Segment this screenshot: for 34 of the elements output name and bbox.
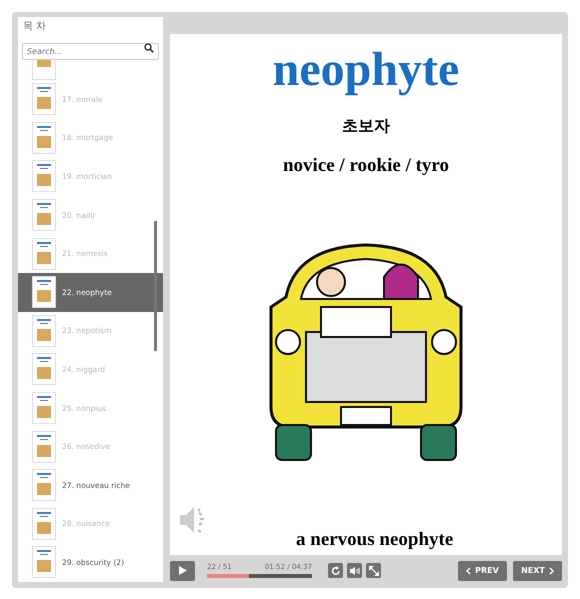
slide-thumbnail [32, 276, 56, 308]
play-icon [178, 566, 186, 575]
chevron-left-icon [466, 566, 472, 574]
speaker-icon [350, 566, 360, 574]
replay-icon [330, 566, 340, 576]
slide-thumbnail [32, 122, 56, 154]
fullscreen-button[interactable] [366, 563, 381, 578]
chevron-right-icon [548, 566, 554, 574]
scrollbar[interactable] [154, 221, 157, 351]
expand-icon [368, 566, 378, 576]
sidebar-title: 목 차 [22, 20, 48, 34]
slide-thumbnail [32, 160, 56, 192]
synonyms-text: novice / rookie / tyro [282, 155, 450, 177]
replay-button[interactable] [328, 563, 343, 578]
slide-thumbnail [32, 430, 56, 463]
slide-thumbnail [32, 546, 56, 578]
next-button[interactable]: NEXT [513, 560, 562, 580]
korean-meaning: 초보자 [342, 116, 390, 137]
slide-thumbnail [32, 314, 56, 347]
prev-button[interactable]: PREV [458, 560, 507, 580]
progress-track[interactable] [207, 574, 312, 578]
volume-button[interactable] [347, 563, 362, 578]
search-icon [144, 43, 154, 53]
slide-word: neophyte [272, 46, 460, 94]
search-field[interactable]: Search... [22, 43, 159, 60]
slide-thumbnail [32, 238, 56, 270]
slide-thumbnail [32, 469, 56, 502]
slide-thumbnail [32, 83, 56, 116]
slide-thumbnail [32, 353, 56, 386]
slide-thumbnail [32, 199, 56, 232]
slide-caption: a nervous neophyte [296, 529, 454, 551]
slide-thumbnail [32, 508, 56, 540]
play-button[interactable] [170, 560, 195, 580]
slide-thumbnail [32, 392, 56, 424]
